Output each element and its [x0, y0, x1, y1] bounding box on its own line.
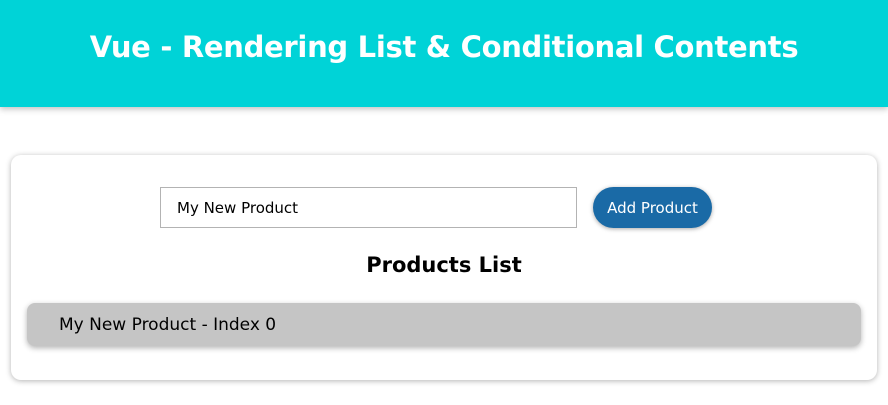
- products-list-title: Products List: [366, 253, 522, 277]
- product-name-input[interactable]: [160, 187, 577, 228]
- app-header: Vue - Rendering List & Conditional Conte…: [0, 0, 888, 107]
- add-product-button[interactable]: Add Product: [593, 187, 712, 228]
- product-card: Add Product Products List My New Product…: [11, 155, 877, 380]
- list-item[interactable]: My New Product - Index 0: [27, 303, 861, 346]
- page-title: Vue - Rendering List & Conditional Conte…: [89, 30, 799, 64]
- products-list: My New Product - Index 0: [27, 303, 861, 346]
